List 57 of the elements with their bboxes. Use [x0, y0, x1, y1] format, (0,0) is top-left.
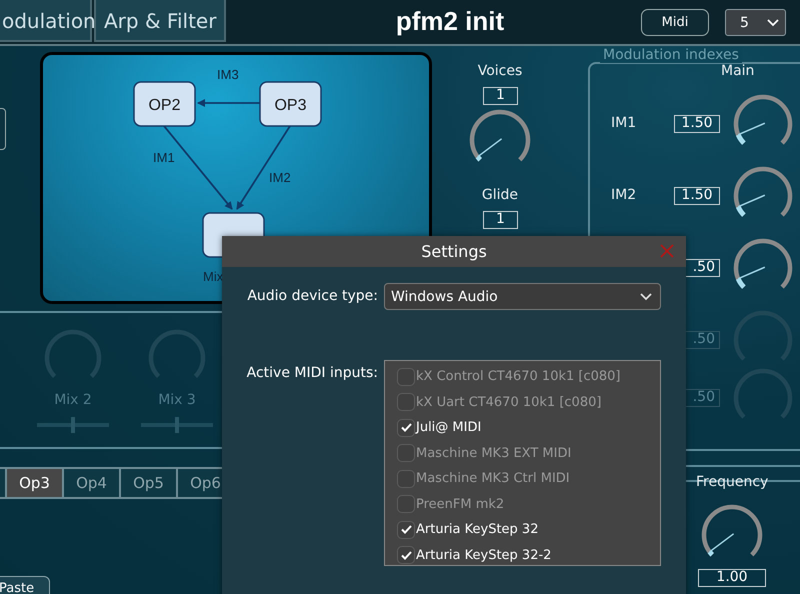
glide-label: Glide — [480, 187, 520, 203]
checkbox[interactable] — [397, 418, 415, 437]
field-label: Active MIDI inputs: — [246, 364, 379, 383]
preset-title: pfm2 init — [394, 6, 506, 37]
link-label: IM1 — [153, 150, 175, 165]
mix-label: Mix 2 — [53, 392, 93, 408]
caret-icon — [767, 18, 779, 26]
index-label: IM2 — [611, 187, 636, 203]
check-icon — [400, 550, 412, 560]
value-field[interactable]: 1.50 — [674, 115, 720, 133]
field-label: Audio device type: — [246, 287, 379, 306]
midi-input-label: Maschine MK3 Ctrl MIDI — [416, 471, 570, 486]
voices-label: Voices — [476, 63, 524, 79]
column-header: Main — [721, 63, 754, 79]
checkbox[interactable] — [397, 470, 415, 488]
value-field[interactable]: 1 — [483, 87, 518, 105]
tab[interactable] — [0, 469, 5, 497]
dialog-title: Settings — [421, 242, 487, 261]
operator-node[interactable]: OP2 — [133, 81, 196, 127]
checkbox[interactable] — [397, 444, 415, 462]
checkbox[interactable] — [397, 520, 415, 539]
output-label: Mix — [203, 269, 224, 284]
midi-input-label: kX Control CT4670 10k1 [c080] — [416, 369, 621, 384]
value-field[interactable]: 1.50 — [674, 187, 720, 205]
connection-arrow — [197, 99, 260, 107]
index-label: IM1 — [611, 115, 636, 131]
midi-input-label: PreenFM mk2 — [416, 496, 504, 512]
midi-button[interactable]: Midi — [641, 9, 709, 36]
midi-input-label: Maschine MK3 EXT MIDI — [416, 446, 572, 461]
tab[interactable]: odulation — [0, 0, 92, 42]
link-label: IM2 — [269, 170, 291, 185]
check-icon — [400, 423, 412, 432]
mix-label: Mix 3 — [157, 392, 197, 408]
checkbox[interactable] — [397, 546, 415, 564]
midi-input-label: Arturia KeyStep 32 — [416, 522, 538, 538]
tab[interactable]: Op3 — [7, 469, 62, 497]
tab[interactable]: Arp & Filter — [94, 0, 226, 42]
checkbox[interactable] — [397, 495, 415, 514]
link-label: IM3 — [217, 67, 239, 82]
check-icon — [400, 525, 412, 534]
close-icon[interactable] — [660, 244, 674, 258]
checkbox[interactable] — [397, 393, 415, 412]
tab[interactable]: Op4 — [64, 469, 119, 497]
audio-device-dropdown[interactable]: Windows Audio — [384, 283, 661, 310]
midi-input-label: kX Uart CT4670 10k1 [c080] — [416, 394, 602, 410]
checkbox[interactable] — [397, 368, 415, 386]
value-field[interactable]: 1 — [483, 211, 518, 229]
group-title: Modulation indexes — [600, 47, 742, 63]
midi-input-label: Arturia KeyStep 32-2 — [416, 548, 552, 563]
midi-input-label: Juli@ MIDI — [416, 420, 482, 436]
caret-icon — [640, 292, 652, 300]
tab[interactable]: Op5 — [121, 469, 176, 497]
frequency-label: Frequency — [696, 474, 768, 490]
operator-node[interactable]: OP3 — [259, 81, 322, 127]
paste-button[interactable]: Paste — [0, 576, 50, 594]
value-field[interactable]: 1.00 — [698, 569, 766, 587]
preset-dropdown[interactable]: 5 — [725, 9, 786, 36]
